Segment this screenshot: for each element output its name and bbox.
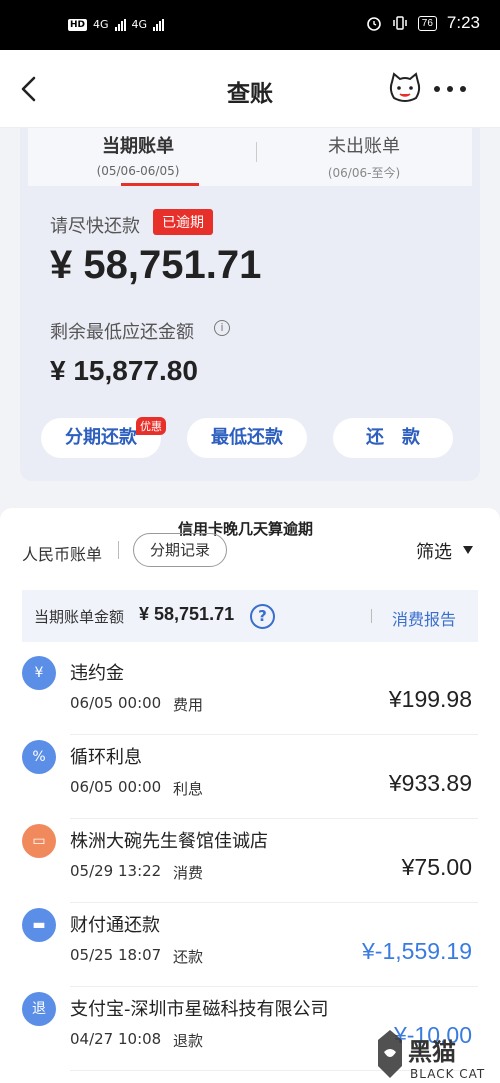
summary-amount: ¥ 58,751.71 [139,604,235,624]
more-icon[interactable] [434,86,466,94]
promo-badge: 优惠 [136,417,166,435]
active-tab-indicator [121,183,199,186]
transaction-row[interactable]: ▬ 财付通还款 05/25 18:07 还款 ¥-1,559.19 [0,908,500,992]
repay-prompt: 请尽快还款 [50,216,140,237]
wallet-icon: ▬ [22,908,56,942]
min-repay-button[interactable]: 最低还款 [187,418,307,458]
transaction-amount: ¥933.89 [388,770,472,796]
tab-period: (06/06-至今) [327,166,401,180]
filter-triangle-icon[interactable] [463,546,473,554]
tab-unbilled[interactable]: 未出账单 (06/06-至今) [264,132,464,181]
help-icon[interactable]: ? [250,604,275,629]
network-type-1: 4G [93,18,109,31]
row-divider [70,902,478,903]
transaction-time: 06/05 00:00 [70,778,162,796]
tab-current-bill[interactable]: 当期账单 (05/06-06/05) [38,132,238,178]
battery-icon: 76 [417,15,437,31]
overdue-badge: 已逾期 [153,209,213,235]
yen-fee-icon: ¥ [22,656,56,690]
alarm-icon [366,17,381,31]
tab-divider [256,142,257,162]
bill-total-amount: ¥ 58,751.71 [50,243,262,287]
row-divider [70,818,478,819]
transaction-merchant: 违约金 [70,663,124,684]
min-repay-amount: ¥ 15,877.80 [50,355,198,386]
min-repay-label: 剩余最低应还金额 [50,322,194,343]
filter-divider [118,541,119,559]
page-title: 查账 [227,81,273,107]
black-cat-logo: 黑猫 BLACK CAT [378,1030,485,1081]
status-bar: HD 4G 4G 76 7:23 [0,0,500,50]
repay-button[interactable]: 还 款 [333,418,453,458]
transaction-row[interactable]: ¥ 违约金 06/05 00:00 费用 ¥199.98 [0,656,500,740]
hd-badge: HD [68,18,88,31]
transaction-merchant: 财付通还款 [70,915,160,936]
cat-mascot-icon[interactable] [388,72,422,104]
transactions-sheet: 信用卡晚几天算逾期 人民币账单 分期记录 筛选 当期账单金额 ¥ 58,751.… [0,508,500,1083]
transaction-merchant: 株洲大碗先生餐馆佳诚店 [70,831,268,852]
refund-icon: 退 [22,992,56,1026]
network-indicators: HD 4G 4G [68,18,165,31]
nav-bar: 查账 [0,50,500,128]
transaction-merchant: 循环利息 [70,747,142,768]
row-divider [70,986,478,987]
svg-text:黑猫: 黑猫 [408,1038,456,1066]
tab-label: 未出账单 [328,136,400,157]
spending-report-link[interactable]: 消费报告 [392,606,456,630]
vibrate-icon [393,16,407,30]
transaction-amount: ¥75.00 [401,854,472,880]
signal-icon [153,18,165,31]
signal-icon [114,18,126,31]
tab-period: (05/06-06/05) [96,164,180,178]
shop-icon: ▭ [22,824,56,858]
bill-card: 当期账单 (05/06-06/05) 未出账单 (06/06-至今) 请尽快还款… [20,128,480,481]
summary-divider [371,609,372,623]
filter-button[interactable]: 筛选 [416,538,452,564]
transaction-type: 消费 [173,864,204,882]
transaction-time: 05/25 18:07 [70,946,162,964]
bill-tabs: 当期账单 (05/06-06/05) 未出账单 (06/06-至今) [28,128,472,186]
transaction-amount: ¥-1,559.19 [362,938,472,964]
transaction-type: 利息 [173,780,204,798]
transaction-type: 还款 [173,948,204,966]
network-type-2: 4G [131,18,148,31]
summary-label: 当期账单金额 [34,608,125,626]
row-divider [70,734,478,735]
transaction-type: 退款 [173,1032,204,1050]
transaction-merchant: 支付宝-深圳市星磁科技有限公司 [70,999,329,1020]
transaction-time: 05/29 13:22 [70,862,162,880]
svg-text:BLACK CAT: BLACK CAT [410,1067,485,1081]
transaction-amount: ¥199.98 [388,686,472,712]
transaction-time: 04/27 10:08 [70,1030,162,1048]
bill-summary-bar: 当期账单金额 ¥ 58,751.71 ? 消费报告 [22,590,478,642]
installment-record-button[interactable]: 分期记录 [133,533,227,567]
info-icon[interactable]: i [214,320,230,336]
transaction-row[interactable]: % 循环利息 06/05 00:00 利息 ¥933.89 [0,740,500,824]
tab-label: 当期账单 [102,136,174,157]
currency-bill-label[interactable]: 人民币账单 [22,541,102,565]
transaction-row[interactable]: ▭ 株洲大碗先生餐馆佳诚店 05/29 13:22 消费 ¥75.00 [0,824,500,908]
transaction-time: 06/05 00:00 [70,694,162,712]
percent-interest-icon: % [22,740,56,774]
clock-time: 7:23 [446,13,480,32]
transaction-type: 费用 [173,696,204,714]
status-right: 76 7:23 [366,13,480,33]
